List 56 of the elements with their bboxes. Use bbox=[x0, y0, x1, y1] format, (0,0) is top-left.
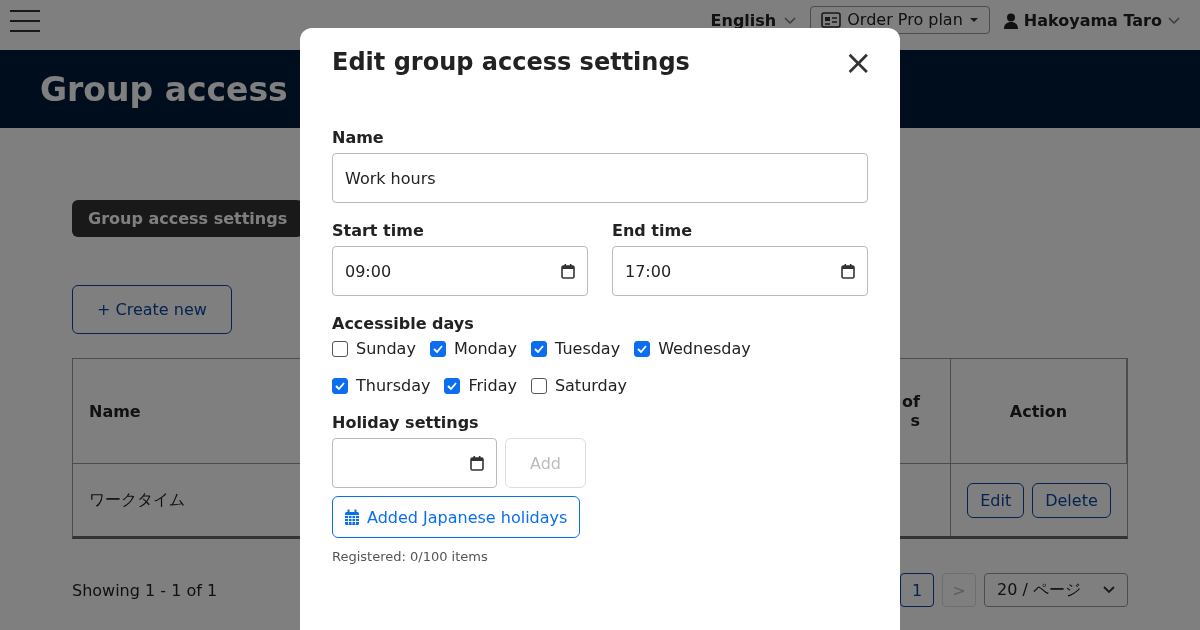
menu-icon[interactable] bbox=[10, 9, 40, 33]
calendar-icon bbox=[345, 509, 359, 525]
card-icon bbox=[821, 12, 842, 28]
checkbox-label[interactable]: Friday bbox=[468, 376, 517, 395]
date-field[interactable] bbox=[332, 438, 497, 488]
field-label: Accessible days bbox=[332, 314, 475, 333]
registered-count: Registered: 0/100 items bbox=[332, 549, 489, 564]
delete-button[interactable]: Delete bbox=[1032, 482, 1111, 518]
close-button[interactable]: × bbox=[844, 50, 868, 74]
chevron-icon bbox=[1103, 586, 1115, 594]
checkbox-label[interactable]: Wednesday bbox=[658, 339, 751, 358]
checkbox-label[interactable]: Tuesday bbox=[555, 339, 621, 358]
checkbox[interactable] bbox=[634, 340, 651, 357]
page-title: Group access bbox=[40, 69, 288, 109]
chevron-icon bbox=[1168, 17, 1180, 25]
check-icon bbox=[534, 344, 545, 353]
user-icon bbox=[1003, 13, 1018, 29]
checkbox[interactable] bbox=[332, 340, 348, 357]
dialog-title: Edit group access settings bbox=[332, 48, 690, 76]
plan-button[interactable]: Order Pro plan bbox=[810, 6, 990, 34]
column-header: Action bbox=[951, 359, 1127, 464]
name-field[interactable]: Work hours bbox=[332, 153, 868, 203]
page-size-select[interactable]: 20 / ページ bbox=[984, 573, 1128, 607]
checkbox[interactable] bbox=[530, 377, 547, 394]
field-label: End time bbox=[612, 221, 693, 240]
chevron-icon bbox=[784, 17, 797, 25]
checkbox[interactable] bbox=[429, 340, 446, 357]
checkbox-label[interactable]: Sunday bbox=[356, 339, 416, 358]
checkbox[interactable] bbox=[444, 377, 461, 394]
time-field[interactable]: 09:00 bbox=[332, 246, 588, 296]
column-header: s bbox=[910, 411, 920, 430]
checkbox[interactable] bbox=[332, 377, 348, 394]
results-count: Showing 1 - 1 of 1 bbox=[72, 580, 218, 600]
checkbox-label[interactable]: Saturday bbox=[554, 376, 627, 395]
page-button[interactable]: 1 bbox=[900, 573, 934, 607]
check-icon bbox=[637, 344, 648, 353]
edit-button[interactable]: Edit bbox=[967, 482, 1025, 518]
check-icon bbox=[432, 344, 443, 353]
column-header: of bbox=[902, 392, 920, 411]
field-label: Holiday settings bbox=[332, 413, 480, 432]
create-button[interactable]: + Create new bbox=[72, 285, 232, 334]
field-label: Name bbox=[332, 128, 385, 147]
calendar-icon[interactable] bbox=[470, 455, 484, 471]
holidays-button[interactable]: Added Japanese holidays bbox=[332, 496, 581, 538]
check-icon bbox=[447, 381, 458, 390]
checkbox-label[interactable]: Monday bbox=[453, 339, 518, 358]
caret-icon bbox=[968, 17, 979, 23]
calendar-icon[interactable] bbox=[561, 263, 575, 279]
checkbox-label[interactable]: Thursday bbox=[356, 376, 431, 395]
calendar-icon[interactable] bbox=[841, 263, 855, 279]
check-icon bbox=[335, 381, 345, 390]
checkbox[interactable] bbox=[531, 340, 548, 357]
time-field[interactable]: 17:00 bbox=[612, 246, 868, 296]
language-selector[interactable]: English bbox=[710, 12, 777, 30]
field-label: Start time bbox=[332, 221, 425, 240]
user-name[interactable]: Hakoyama Taro bbox=[1023, 12, 1162, 30]
